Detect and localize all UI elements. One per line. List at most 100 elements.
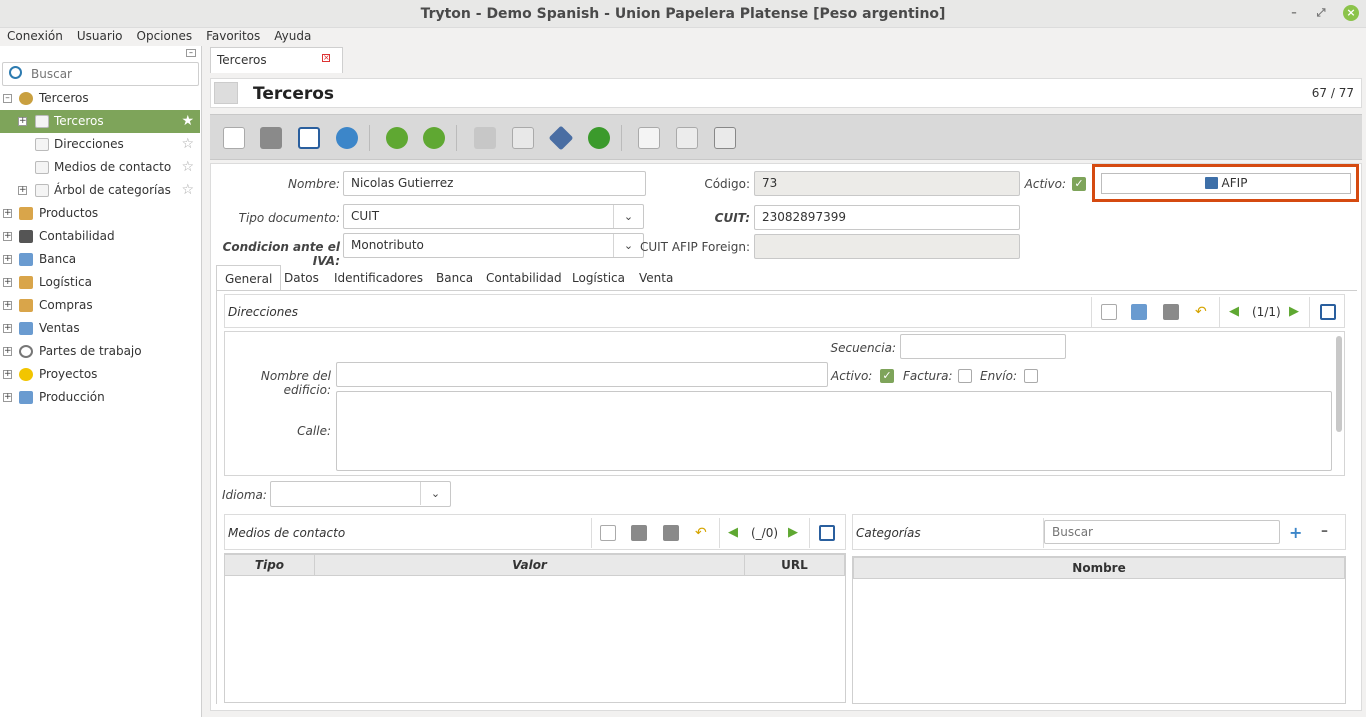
sidebar-item-ventas[interactable]: + Ventas bbox=[0, 317, 200, 340]
scrollbar[interactable] bbox=[1336, 336, 1342, 432]
new-icon[interactable] bbox=[223, 127, 245, 149]
sidebar-item-contabilidad[interactable]: + Contabilidad bbox=[0, 225, 200, 248]
afip-button[interactable]: AFIP bbox=[1101, 173, 1351, 194]
reload-icon[interactable] bbox=[336, 127, 358, 149]
sidebar-search[interactable] bbox=[2, 62, 199, 86]
tipo-documento-select[interactable]: CUIT ⌄ bbox=[343, 204, 644, 229]
factura-checkbox[interactable] bbox=[958, 369, 972, 383]
tab-identificadores[interactable]: Identificadores bbox=[326, 265, 431, 291]
categorias-search-input[interactable] bbox=[1044, 520, 1280, 544]
favorite-star-icon[interactable]: ☆ bbox=[181, 156, 194, 179]
expand-icon[interactable]: + bbox=[3, 347, 12, 356]
expand-icon[interactable]: + bbox=[3, 278, 12, 287]
nombre-field[interactable]: Nicolas Gutierrez bbox=[343, 171, 646, 196]
add-icon[interactable]: + bbox=[1289, 523, 1302, 542]
column-nombre[interactable]: Nombre bbox=[853, 557, 1345, 579]
activo-checkbox[interactable]: ✓ bbox=[1072, 177, 1086, 191]
open-folder-icon[interactable] bbox=[1131, 304, 1147, 320]
menu-usuario[interactable]: Usuario bbox=[70, 28, 130, 44]
activo-direccion-checkbox[interactable]: ✓ bbox=[880, 369, 894, 383]
undo-icon[interactable]: ↶ bbox=[695, 525, 711, 541]
close-icon[interactable]: × bbox=[1343, 5, 1359, 21]
collapse-sidebar-icon[interactable]: – bbox=[186, 49, 196, 57]
expand-icon[interactable]: + bbox=[3, 232, 12, 241]
note-icon[interactable] bbox=[512, 127, 534, 149]
email-icon[interactable] bbox=[676, 127, 698, 149]
expand-icon[interactable]: + bbox=[3, 301, 12, 310]
sidebar-item-arbol-categorias[interactable]: + Árbol de categorías ☆ bbox=[0, 179, 200, 202]
next-icon[interactable] bbox=[423, 127, 445, 149]
next-icon[interactable]: ▶ bbox=[1289, 304, 1305, 320]
sidebar-item-compras[interactable]: + Compras bbox=[0, 294, 200, 317]
sidebar-item-productos[interactable]: + Productos bbox=[0, 202, 200, 225]
expand-icon[interactable]: + bbox=[3, 209, 12, 218]
switch-view-icon[interactable] bbox=[819, 525, 835, 541]
attachment-icon[interactable] bbox=[474, 127, 496, 149]
sidebar-item-medios-contacto[interactable]: Medios de contacto ☆ bbox=[0, 156, 200, 179]
delete-icon[interactable] bbox=[663, 525, 679, 541]
menu-ayuda[interactable]: Ayuda bbox=[267, 28, 318, 44]
column-valor[interactable]: Valor bbox=[314, 554, 745, 576]
tab-venta[interactable]: Venta bbox=[631, 265, 681, 291]
previous-icon[interactable] bbox=[386, 127, 408, 149]
chevron-down-icon[interactable]: ⌄ bbox=[613, 205, 643, 228]
save-icon[interactable] bbox=[631, 525, 647, 541]
sidebar-item-produccion[interactable]: + Producción bbox=[0, 386, 200, 409]
menu-opciones[interactable]: Opciones bbox=[130, 28, 200, 44]
favorite-star-icon[interactable]: ★ bbox=[181, 110, 194, 133]
undo-icon[interactable]: ↶ bbox=[1195, 304, 1211, 320]
remove-icon[interactable]: – bbox=[1321, 523, 1328, 539]
secuencia-field[interactable] bbox=[900, 334, 1066, 359]
close-tab-icon[interactable]: × bbox=[322, 54, 330, 62]
cuit-field[interactable]: 23082897399 bbox=[754, 205, 1020, 230]
favorite-star-icon[interactable]: ☆ bbox=[181, 133, 194, 156]
next-icon[interactable]: ▶ bbox=[788, 525, 804, 541]
sidebar-item-terceros[interactable]: – Terceros bbox=[0, 87, 200, 110]
tab-logistica[interactable]: Logística bbox=[564, 265, 633, 291]
sidebar-item-direcciones[interactable]: Direcciones ☆ bbox=[0, 133, 200, 156]
sidebar-search-input[interactable] bbox=[29, 66, 194, 82]
envio-checkbox[interactable] bbox=[1024, 369, 1038, 383]
chevron-down-icon[interactable]: ⌄ bbox=[420, 482, 450, 505]
calle-textarea[interactable] bbox=[336, 391, 1332, 471]
idioma-select[interactable]: ⌄ bbox=[270, 481, 451, 507]
tab-contabilidad[interactable]: Contabilidad bbox=[478, 265, 570, 291]
expand-icon[interactable]: + bbox=[3, 370, 12, 379]
column-tipo[interactable]: Tipo bbox=[224, 554, 315, 576]
edificio-field[interactable] bbox=[336, 362, 828, 387]
previous-icon[interactable]: ◀ bbox=[728, 525, 744, 541]
expand-icon[interactable]: + bbox=[3, 393, 12, 402]
sidebar-item-terceros-list[interactable]: + Terceros ★ bbox=[0, 110, 200, 133]
menu-conexion[interactable]: Conexión bbox=[0, 28, 70, 44]
delete-icon[interactable] bbox=[1163, 304, 1179, 320]
switch-view-icon[interactable] bbox=[1320, 304, 1336, 320]
column-url[interactable]: URL bbox=[744, 554, 845, 576]
restore-icon[interactable]: ⤢ bbox=[1313, 5, 1329, 21]
expand-icon[interactable]: + bbox=[18, 186, 27, 195]
minimize-icon[interactable]: – bbox=[1286, 5, 1302, 21]
expand-icon[interactable]: + bbox=[3, 324, 12, 333]
save-icon[interactable] bbox=[260, 127, 282, 149]
previous-icon[interactable]: ◀ bbox=[1229, 304, 1245, 320]
print-icon[interactable] bbox=[714, 127, 736, 149]
new-icon[interactable] bbox=[600, 525, 616, 541]
sidebar-item-partes-trabajo[interactable]: + Partes de trabajo bbox=[0, 340, 200, 363]
iva-select[interactable]: Monotributo ⌄ bbox=[343, 233, 644, 258]
report-icon[interactable] bbox=[638, 127, 660, 149]
expand-icon[interactable]: + bbox=[3, 255, 12, 264]
expand-icon[interactable]: + bbox=[18, 117, 27, 126]
new-icon[interactable] bbox=[1101, 304, 1117, 320]
action-icon[interactable] bbox=[548, 125, 574, 151]
relate-icon[interactable] bbox=[588, 127, 610, 149]
favorite-star-icon[interactable]: ☆ bbox=[181, 179, 194, 202]
tab-general[interactable]: General bbox=[216, 265, 282, 291]
collapse-icon[interactable]: – bbox=[3, 94, 12, 103]
switch-view-icon[interactable] bbox=[298, 127, 320, 149]
menu-favoritos[interactable]: Favoritos bbox=[199, 28, 267, 44]
sidebar-item-banca[interactable]: + Banca bbox=[0, 248, 200, 271]
tab-datos[interactable]: Datos bbox=[276, 265, 327, 291]
tab-terceros[interactable]: Terceros × bbox=[210, 47, 343, 73]
sidebar-item-proyectos[interactable]: + Proyectos bbox=[0, 363, 200, 386]
tab-banca[interactable]: Banca bbox=[428, 265, 481, 291]
sidebar-item-logistica[interactable]: + Logística bbox=[0, 271, 200, 294]
